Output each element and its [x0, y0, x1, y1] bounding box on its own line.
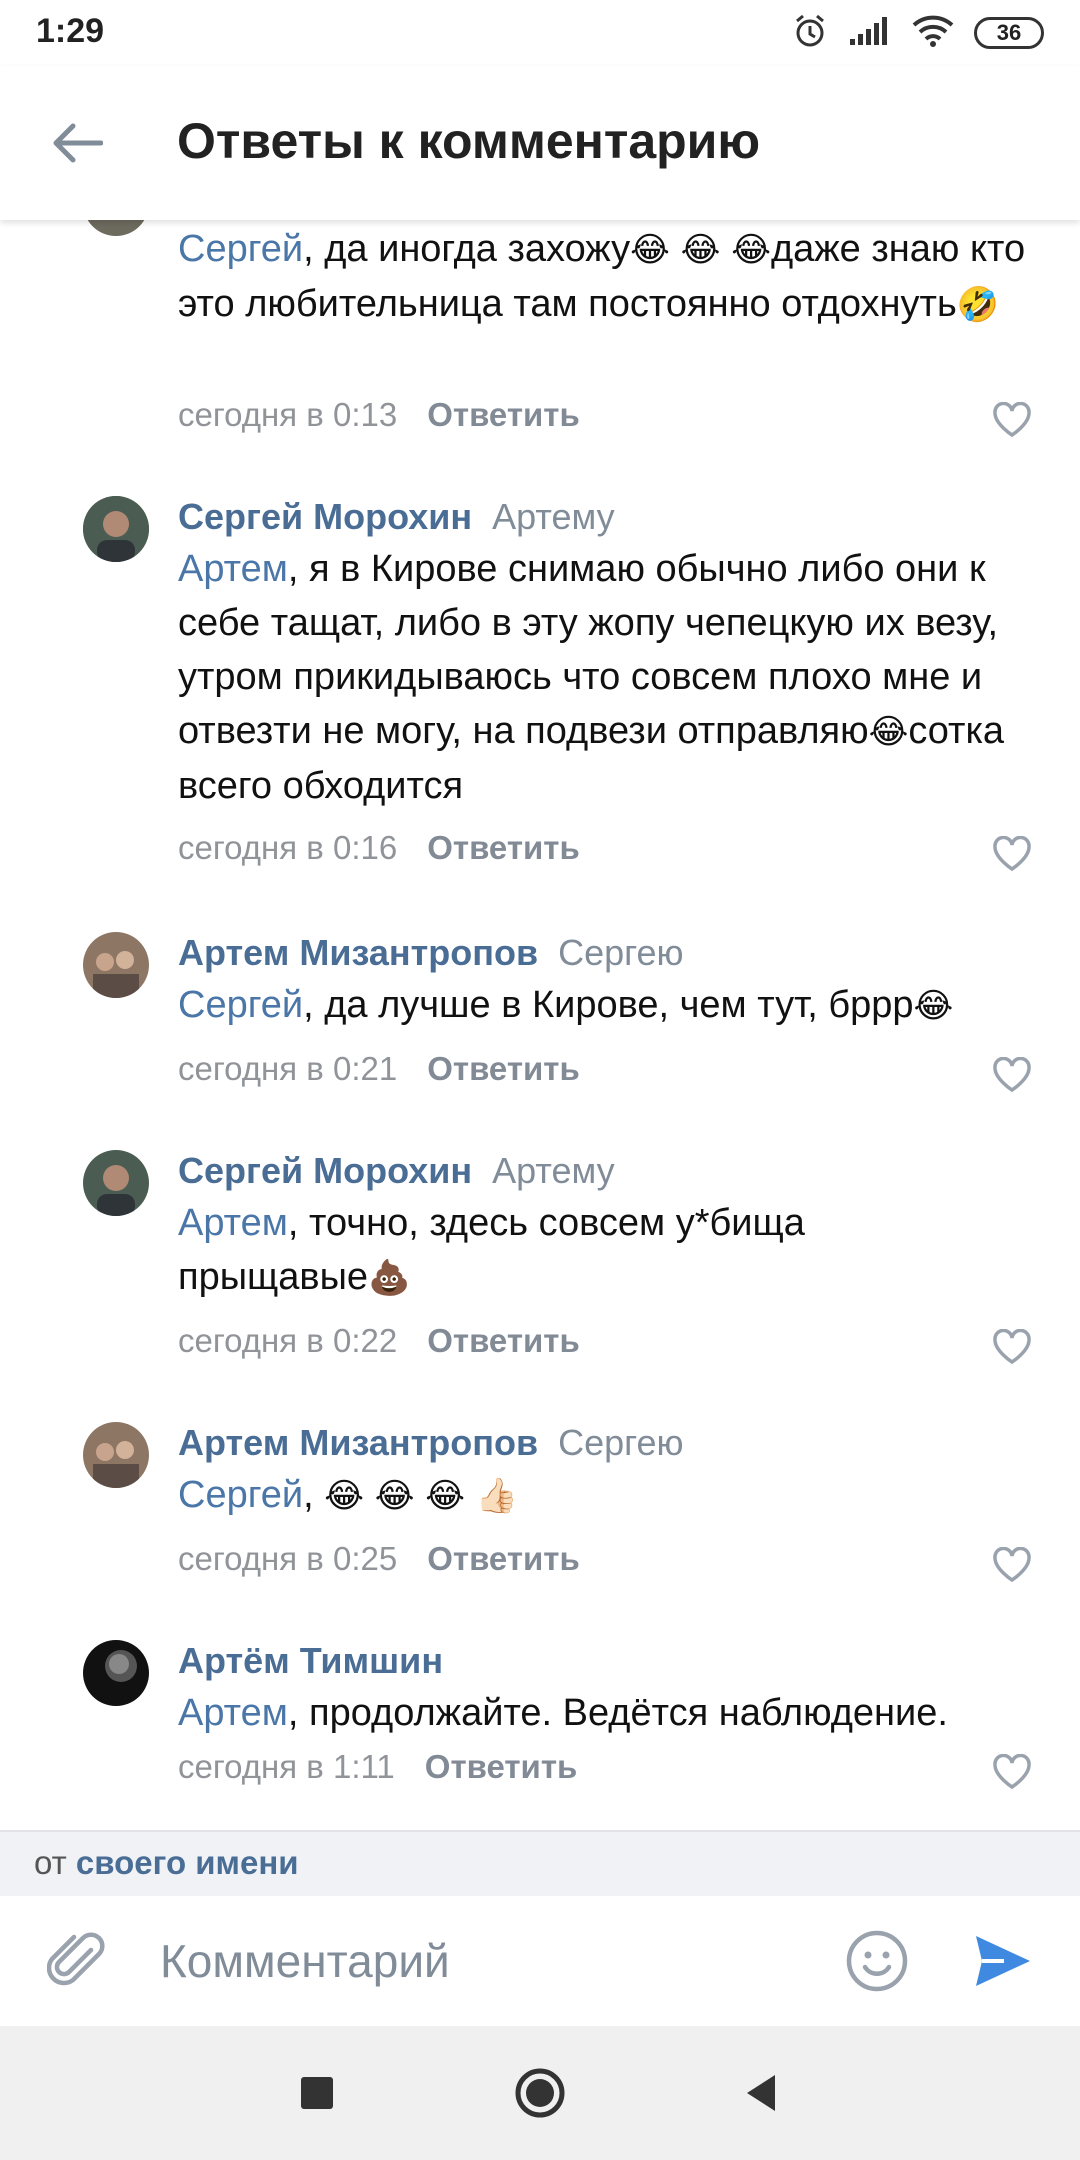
- post-as-bar: от своего имени: [0, 1830, 1080, 1896]
- heart-icon: [993, 1754, 1031, 1790]
- avatar[interactable]: [83, 220, 149, 236]
- mention-link[interactable]: Артем: [178, 548, 288, 590]
- author-line: Артём Тимшин: [178, 1640, 443, 1686]
- reply-to[interactable]: Сергею: [558, 1422, 683, 1463]
- comment-time: сегодня в 0:25: [178, 1540, 398, 1577]
- author-name[interactable]: Сергей Морохин: [178, 496, 472, 537]
- like-button[interactable]: [990, 1543, 1034, 1587]
- status-icons: 36: [792, 12, 1044, 54]
- app-header: Ответы к комментарию: [0, 66, 1080, 220]
- recents-button[interactable]: [280, 2056, 354, 2130]
- reply-button[interactable]: Ответить: [425, 1748, 578, 1785]
- reply-button[interactable]: Ответить: [427, 1322, 580, 1359]
- avatar[interactable]: [83, 496, 149, 562]
- author-line: Артем Мизантропов Сергею: [178, 932, 684, 978]
- comment-meta: сегодня в 0:21 Ответить: [178, 1050, 580, 1088]
- heart-icon: [993, 836, 1031, 872]
- comments-list: Сергей, да иногда захожу😂 😂 😂даже знаю к…: [0, 220, 1080, 1830]
- author-name[interactable]: Сергей Морохин: [178, 1150, 472, 1191]
- status-bar: 1:29 36: [0, 0, 1080, 66]
- comment-time: сегодня в 0:22: [178, 1322, 398, 1359]
- reply-to[interactable]: Артему: [492, 1150, 615, 1191]
- comment-input[interactable]: [158, 1924, 798, 1998]
- reply-button[interactable]: Ответить: [427, 829, 580, 866]
- alarm-icon: [792, 13, 828, 54]
- avatar[interactable]: [83, 1640, 149, 1706]
- home-button[interactable]: [503, 2056, 577, 2130]
- comment-text: Артем, я в Кирове снимаю обычно либо они…: [178, 548, 1005, 807]
- avatar[interactable]: [83, 1150, 149, 1216]
- avatar[interactable]: [83, 1422, 149, 1488]
- send-button[interactable]: [968, 1926, 1038, 1996]
- comment-text: Артем, точно, здесь совсем у*бища прыщав…: [178, 1202, 805, 1298]
- back-button[interactable]: [40, 106, 114, 180]
- comment-meta: сегодня в 0:16 Ответить: [178, 829, 580, 867]
- avatar[interactable]: [83, 932, 149, 998]
- emoji: 😂: [868, 712, 909, 752]
- back-arrow-icon: [53, 123, 103, 163]
- comment-time: сегодня в 0:13: [178, 396, 398, 433]
- comment-composer: [0, 1896, 1080, 2026]
- post-as-selector[interactable]: своего имени: [76, 1844, 299, 1881]
- emoji: 🤣: [956, 285, 1000, 325]
- back-nav-button[interactable]: [724, 2056, 798, 2130]
- author-line: Сергей Морохин Артему: [178, 496, 615, 542]
- reply-to[interactable]: Сергею: [558, 932, 683, 973]
- emoji: 😂 😂 😂: [630, 230, 771, 270]
- smiley-icon: [846, 1930, 908, 1992]
- heart-icon: [993, 402, 1031, 438]
- comment-text: Сергей, да иногда захожу😂 😂 😂даже знаю к…: [178, 228, 1026, 325]
- signal-icon: [848, 15, 892, 52]
- like-button[interactable]: [990, 398, 1034, 442]
- comment-text: Артем, продолжайте. Ведётся наблюдение.: [178, 1692, 948, 1734]
- author-name[interactable]: Артем Мизантропов: [178, 1422, 538, 1463]
- attach-button[interactable]: [44, 1928, 110, 1994]
- reply-to[interactable]: Артему: [492, 496, 615, 537]
- comment-meta: сегодня в 0:22 Ответить: [178, 1322, 580, 1360]
- wifi-icon: [912, 15, 954, 52]
- mention-link[interactable]: Сергей: [178, 984, 303, 1026]
- mention-link[interactable]: Сергей: [178, 1474, 303, 1516]
- mention-link[interactable]: Сергей: [178, 228, 303, 270]
- mention-link[interactable]: Артем: [178, 1692, 288, 1734]
- comment-time: сегодня в 0:21: [178, 1050, 398, 1087]
- like-button[interactable]: [990, 832, 1034, 876]
- emoji: 😂 😂 😂 👍🏻: [324, 1476, 519, 1516]
- author-name[interactable]: Артем Мизантропов: [178, 932, 538, 973]
- comment-meta: сегодня в 1:11 Ответить: [178, 1748, 577, 1786]
- reply-button[interactable]: Ответить: [427, 1050, 580, 1087]
- emoji: 😂: [913, 986, 954, 1026]
- heart-icon: [993, 1329, 1031, 1365]
- status-time: 1:29: [36, 12, 105, 50]
- mention-link[interactable]: Артем: [178, 1202, 288, 1244]
- like-button[interactable]: [990, 1750, 1034, 1794]
- comment-text: Сергей, 😂 😂 😂 👍🏻: [178, 1474, 519, 1516]
- battery-indicator: 36: [974, 17, 1044, 49]
- author-line: Артем Мизантропов Сергею: [178, 1422, 684, 1468]
- author-name[interactable]: Артём Тимшин: [178, 1640, 443, 1681]
- comment-meta: сегодня в 0:25 Ответить: [178, 1540, 580, 1578]
- post-as-label: от своего имени: [34, 1844, 299, 1881]
- triangle-back-icon: [747, 2075, 775, 2111]
- comment-text: Сергей, да лучше в Кирове, чем тут, бррр…: [178, 984, 954, 1026]
- square-icon: [301, 2077, 333, 2109]
- author-line: Сергей Морохин Артему: [178, 1150, 615, 1196]
- comment-time: сегодня в 1:11: [178, 1748, 395, 1785]
- heart-icon: [993, 1547, 1031, 1583]
- reply-button[interactable]: Ответить: [427, 1540, 580, 1577]
- system-nav-bar: [0, 2026, 1080, 2160]
- reply-button[interactable]: Ответить: [427, 396, 580, 433]
- paperclip-icon: [47, 1932, 105, 1986]
- emoji: 💩: [368, 1258, 411, 1298]
- like-button[interactable]: [990, 1325, 1034, 1369]
- heart-icon: [993, 1057, 1031, 1093]
- page-title: Ответы к комментарию: [177, 113, 761, 169]
- comment-time: сегодня в 0:16: [178, 829, 398, 866]
- like-button[interactable]: [990, 1053, 1034, 1097]
- comment-meta: сегодня в 0:13 Ответить: [178, 396, 580, 434]
- emoji-button[interactable]: [842, 1926, 912, 1996]
- send-icon: [976, 1936, 1030, 1986]
- circle-icon: [515, 2068, 565, 2118]
